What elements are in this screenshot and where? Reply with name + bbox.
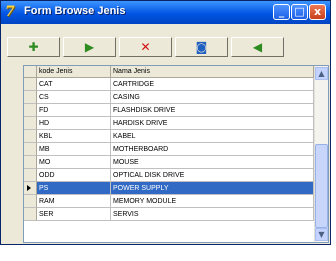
cell-nama-jenis[interactable]: OPTICAL DISK DRIVE bbox=[111, 169, 314, 182]
row-indicator[interactable] bbox=[24, 117, 37, 130]
app-logo-icon: 7 bbox=[5, 4, 15, 20]
x-icon: ✕ bbox=[140, 40, 151, 54]
cell-kode-jenis[interactable]: HD bbox=[37, 117, 111, 130]
up-arrow-icon: ▲ bbox=[318, 69, 325, 78]
table-row[interactable]: CAT CARTRIDGE bbox=[24, 78, 314, 91]
cell-nama-jenis[interactable]: POWER SUPPLY bbox=[111, 182, 314, 195]
row-indicator[interactable] bbox=[24, 91, 37, 104]
cell-kode-jenis[interactable]: SER bbox=[37, 208, 111, 221]
maximize-icon: □ bbox=[294, 5, 305, 18]
vertical-scrollbar[interactable]: ▲ ▼ bbox=[314, 66, 328, 242]
forward-icon: ▶ bbox=[84, 40, 95, 54]
cell-kode-jenis[interactable]: ODD bbox=[37, 169, 111, 182]
cell-nama-jenis[interactable]: SERVIS bbox=[111, 208, 314, 221]
window-icon: ◙ bbox=[195, 40, 208, 54]
row-indicator[interactable] bbox=[24, 195, 37, 208]
table-row[interactable]: PS POWER SUPPLY bbox=[24, 182, 314, 195]
cell-kode-jenis[interactable]: KBL bbox=[37, 130, 111, 143]
down-arrow-icon: ▼ bbox=[318, 230, 325, 239]
window-title: Form Browse Jenis bbox=[24, 5, 126, 17]
cell-kode-jenis[interactable]: PS bbox=[37, 182, 111, 195]
maximize-button[interactable]: □ bbox=[291, 4, 308, 20]
plus-icon: ✚ bbox=[28, 40, 39, 54]
table-row[interactable]: FD FLASHDISK DRIVE bbox=[24, 104, 314, 117]
cell-nama-jenis[interactable]: MOUSE bbox=[111, 156, 314, 169]
column-header-kode[interactable]: kode Jenis bbox=[37, 66, 111, 78]
browse-window: 7 Form Browse Jenis _ □ x ✚ ▶ ✕ ◙ ◀ kode Jen… bbox=[0, 0, 331, 245]
cell-kode-jenis[interactable]: MO bbox=[37, 156, 111, 169]
minimize-button[interactable]: _ bbox=[273, 4, 290, 20]
row-indicator[interactable] bbox=[24, 169, 37, 182]
current-row-arrow-icon bbox=[27, 185, 31, 191]
jenis-grid[interactable]: kode Jenis Nama Jenis CAT CARTRIDGE CS CASI… bbox=[23, 65, 329, 243]
minimize-icon: _ bbox=[278, 5, 285, 18]
grid-header: kode Jenis Nama Jenis bbox=[24, 66, 314, 78]
row-indicator[interactable] bbox=[24, 208, 37, 221]
row-indicator[interactable] bbox=[24, 182, 37, 195]
cell-kode-jenis[interactable]: CAT bbox=[37, 78, 111, 91]
row-indicator[interactable] bbox=[24, 78, 37, 91]
exit-arrow-icon: ◀ bbox=[252, 40, 263, 54]
table-row[interactable]: CS CASING bbox=[24, 91, 314, 104]
row-indicator-header bbox=[24, 66, 37, 78]
row-indicator[interactable] bbox=[24, 143, 37, 156]
delete-button[interactable]: ✕ bbox=[119, 37, 172, 57]
cell-kode-jenis[interactable]: FD bbox=[37, 104, 111, 117]
cell-nama-jenis[interactable]: FLASHDISK DRIVE bbox=[111, 104, 314, 117]
table-row[interactable]: SER SERVIS bbox=[24, 208, 314, 221]
table-row[interactable]: ODD OPTICAL DISK DRIVE bbox=[24, 169, 314, 182]
scroll-thumb[interactable] bbox=[315, 144, 328, 228]
table-row[interactable]: MO MOUSE bbox=[24, 156, 314, 169]
refresh-button[interactable]: ◙ bbox=[175, 37, 228, 57]
close-button[interactable]: x bbox=[309, 4, 326, 20]
cell-kode-jenis[interactable]: MB bbox=[37, 143, 111, 156]
title-bar[interactable]: 7 Form Browse Jenis _ □ x bbox=[1, 1, 330, 24]
table-row[interactable]: KBL KABEL bbox=[24, 130, 314, 143]
row-indicator[interactable] bbox=[24, 156, 37, 169]
row-indicator[interactable] bbox=[24, 130, 37, 143]
add-record-button[interactable]: ✚ bbox=[7, 37, 60, 57]
scroll-down-button[interactable]: ▼ bbox=[315, 228, 328, 241]
close-icon: x bbox=[313, 5, 322, 18]
cell-nama-jenis[interactable]: MOTHERBOARD bbox=[111, 143, 314, 156]
next-button[interactable]: ▶ bbox=[63, 37, 116, 57]
cell-nama-jenis[interactable]: CASING bbox=[111, 91, 314, 104]
table-row[interactable]: MB MOTHERBOARD bbox=[24, 143, 314, 156]
cell-nama-jenis[interactable]: CARTRIDGE bbox=[111, 78, 314, 91]
cell-kode-jenis[interactable]: CS bbox=[37, 91, 111, 104]
row-indicator[interactable] bbox=[24, 104, 37, 117]
cell-nama-jenis[interactable]: HARDISK DRIVE bbox=[111, 117, 314, 130]
table-row[interactable]: HD HARDISK DRIVE bbox=[24, 117, 314, 130]
table-row[interactable]: RAM MEMORY MODULE bbox=[24, 195, 314, 208]
column-header-nama[interactable]: Nama Jenis bbox=[111, 66, 314, 78]
exit-button[interactable]: ◀ bbox=[231, 37, 284, 57]
cell-nama-jenis[interactable]: MEMORY MODULE bbox=[111, 195, 314, 208]
scroll-up-button[interactable]: ▲ bbox=[315, 67, 328, 80]
cell-nama-jenis[interactable]: KABEL bbox=[111, 130, 314, 143]
cell-kode-jenis[interactable]: RAM bbox=[37, 195, 111, 208]
